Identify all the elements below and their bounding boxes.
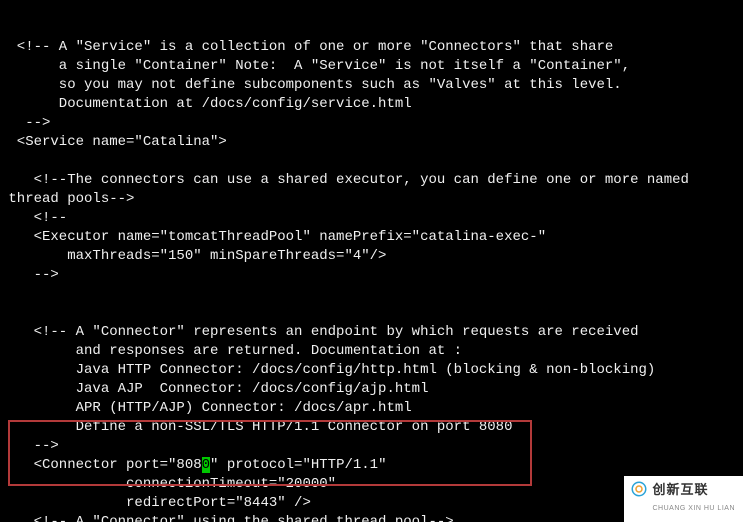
code-line[interactable]: Java AJP Connector: /docs/config/ajp.htm…: [0, 380, 743, 399]
code-line[interactable]: [0, 304, 743, 323]
code-line[interactable]: [0, 152, 743, 171]
code-line[interactable]: a single "Container" Note: A "Service" i…: [0, 57, 743, 76]
code-line[interactable]: -->: [0, 437, 743, 456]
code-line[interactable]: APR (HTTP/AJP) Connector: /docs/apr.html: [0, 399, 743, 418]
code-line[interactable]: Java HTTP Connector: /docs/config/http.h…: [0, 361, 743, 380]
code-line[interactable]: thread pools-->: [0, 190, 743, 209]
watermark-logo-icon: [630, 480, 648, 498]
code-line[interactable]: so you may not define subcomponents such…: [0, 76, 743, 95]
code-line[interactable]: <!-- A "Service" is a collection of one …: [0, 38, 743, 57]
code-line[interactable]: <!-- A "Connector" represents an endpoin…: [0, 323, 743, 342]
code-line[interactable]: <!--The connectors can use a shared exec…: [0, 171, 743, 190]
watermark-badge: 创新互联 CHUANG XIN HU LIAN: [624, 476, 743, 522]
text-cursor: 0: [202, 457, 210, 473]
code-line[interactable]: <Connector port="8080" protocol="HTTP/1.…: [0, 456, 743, 475]
code-line[interactable]: Documentation at /docs/config/service.ht…: [0, 95, 743, 114]
code-line[interactable]: [0, 285, 743, 304]
code-line[interactable]: <Service name="Catalina">: [0, 133, 743, 152]
code-line[interactable]: -->: [0, 266, 743, 285]
code-line[interactable]: maxThreads="150" minSpareThreads="4"/>: [0, 247, 743, 266]
code-line[interactable]: -->: [0, 114, 743, 133]
code-line[interactable]: and responses are returned. Documentatio…: [0, 342, 743, 361]
watermark-text-cn: 创新互联: [652, 482, 708, 497]
code-line[interactable]: <!--: [0, 209, 743, 228]
code-line[interactable]: Define a non-SSL/TLS HTTP/1.1 Connector …: [0, 418, 743, 437]
code-line[interactable]: <Executor name="tomcatThreadPool" namePr…: [0, 228, 743, 247]
code-content[interactable]: <!-- A "Service" is a collection of one …: [0, 38, 743, 522]
watermark-text-pinyin: CHUANG XIN HU LIAN: [652, 499, 735, 518]
terminal-viewport[interactable]: <!-- A "Service" is a collection of one …: [0, 0, 743, 522]
